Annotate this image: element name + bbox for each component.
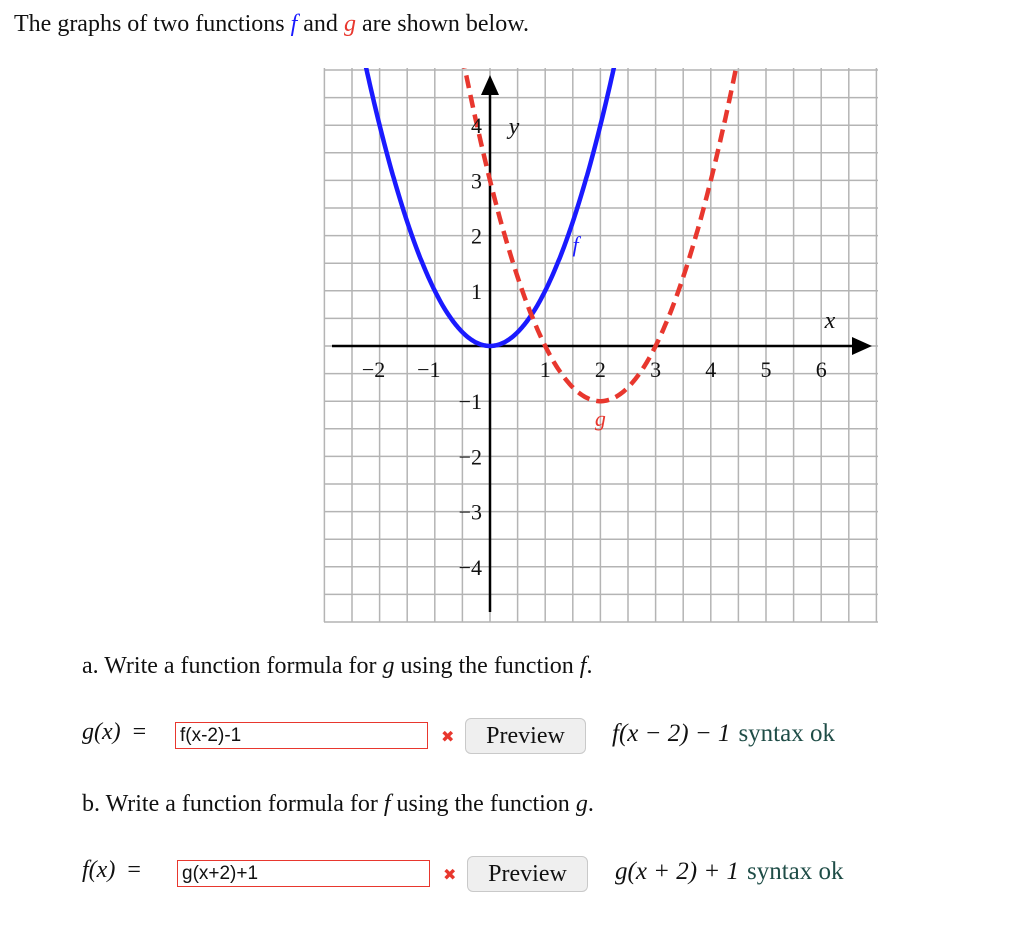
x-tick-label: 5 xyxy=(761,357,772,382)
answer-b-equals: = xyxy=(127,857,141,883)
y-axis-label: y xyxy=(507,114,520,140)
question-b-end: . xyxy=(587,791,594,817)
y-tick-label: −4 xyxy=(459,555,482,580)
incorrect-icon: ✖ xyxy=(443,865,457,884)
y-tick-label: 1 xyxy=(471,279,482,304)
question-a-prefix: a. Write a function formula for xyxy=(82,653,383,679)
preview-output-a: f(x − 2) − 1 syntax ok xyxy=(612,720,835,748)
axes xyxy=(332,75,872,612)
answer-a-equals: = xyxy=(132,719,147,745)
x-tick-label: 4 xyxy=(705,357,716,382)
answer-b-input[interactable] xyxy=(177,860,430,887)
x-tick-label: −1 xyxy=(417,357,440,382)
y-tick-label: 2 xyxy=(471,224,482,249)
x-tick-label: 1 xyxy=(540,357,551,382)
answer-b-lhs: f(x) = xyxy=(82,857,141,884)
y-tick-label: 4 xyxy=(471,113,482,138)
y-tick-label: −1 xyxy=(459,389,482,414)
y-axis-arrow xyxy=(481,75,499,95)
question-a-end: . xyxy=(586,653,593,679)
question-b-mid: using the function xyxy=(390,791,576,817)
preview-b-math: g(x + 2) + 1 xyxy=(615,858,739,885)
curves xyxy=(363,68,739,404)
syntax-status-a: syntax ok xyxy=(738,720,835,747)
x-tick-label: −2 xyxy=(362,357,385,382)
preview-button-b[interactable]: Preview xyxy=(467,856,588,892)
answer-a-input[interactable] xyxy=(175,722,428,749)
preview-output-b: g(x + 2) + 1 syntax ok xyxy=(615,858,844,886)
y-tick-label: −2 xyxy=(459,444,482,469)
question-a: a. Write a function formula for g using … xyxy=(82,651,592,681)
question-b-fn: g xyxy=(575,791,588,817)
incorrect-icon: ✖ xyxy=(441,727,455,746)
preview-a-math: f(x − 2) − 1 xyxy=(612,720,731,747)
x-tick-label: 6 xyxy=(816,357,827,382)
x-tick-label: 2 xyxy=(595,357,606,382)
y-tick-label: −3 xyxy=(459,500,482,525)
y-tick-label: 3 xyxy=(471,168,482,193)
syntax-status-b: syntax ok xyxy=(747,858,844,885)
x-tick-label: 3 xyxy=(650,357,661,382)
question-a-var: g xyxy=(382,653,395,679)
preview-button-a[interactable]: Preview xyxy=(465,718,586,754)
question-a-mid: using the function xyxy=(394,653,580,679)
question-b-var: f xyxy=(383,791,391,817)
answer-a-lhs: g(x) = xyxy=(82,719,146,746)
series-g-label: g xyxy=(595,406,606,431)
x-axis-arrow xyxy=(852,337,872,355)
question-b-prefix: b. Write a function formula for xyxy=(82,791,384,817)
x-axis-label: x xyxy=(824,308,836,334)
function-graph: −2 −1 1 2 3 4 5 64321−1−2−3−4xyfg xyxy=(323,68,878,623)
answer-b-lhs-text: f(x) xyxy=(82,857,116,883)
answer-a-lhs-text: g(x) xyxy=(82,719,121,745)
question-b: b. Write a function formula for f using … xyxy=(82,789,594,819)
